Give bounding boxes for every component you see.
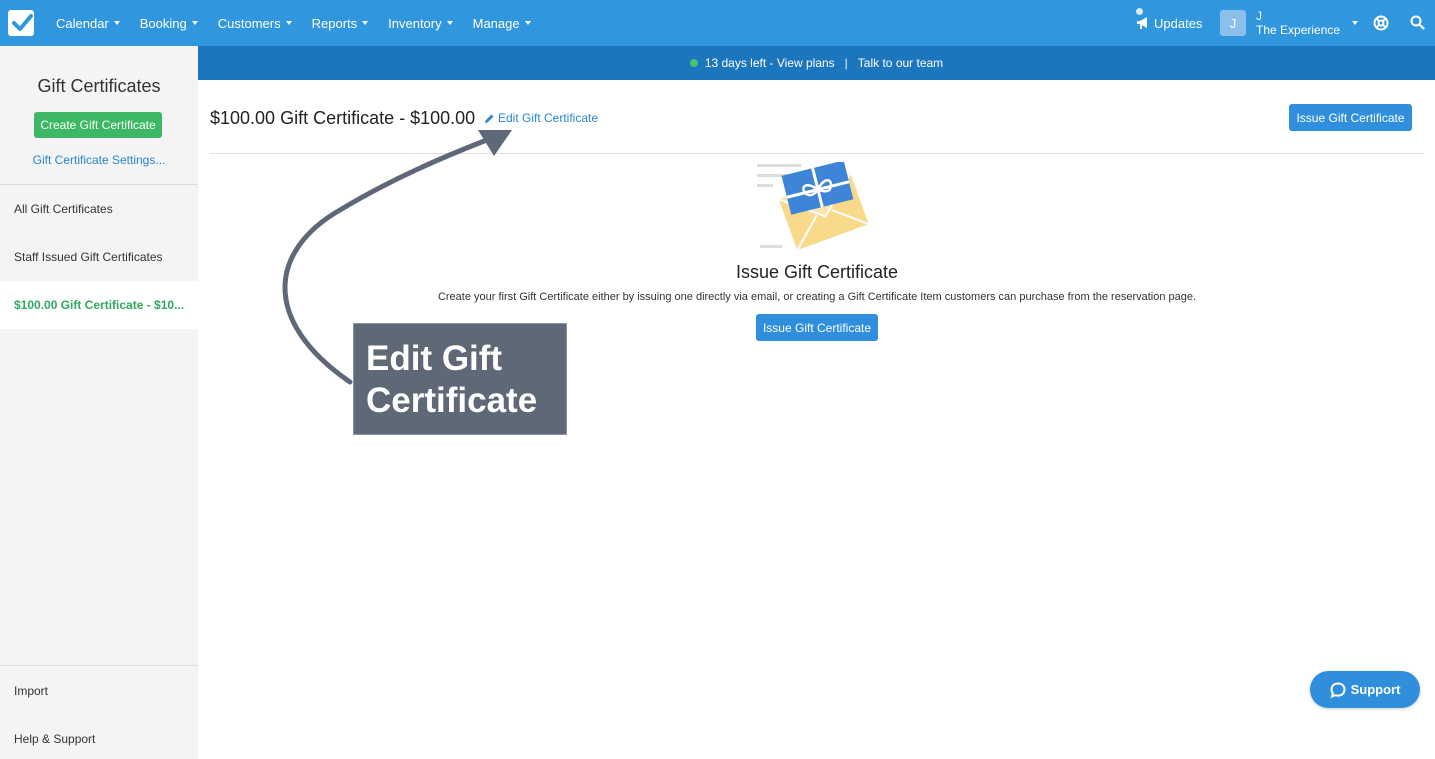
nav-calendar[interactable]: Calendar xyxy=(46,16,130,31)
help-lifebuoy-icon[interactable] xyxy=(1373,15,1389,31)
nav-inventory-label: Inventory xyxy=(388,15,442,31)
nav-customers[interactable]: Customers xyxy=(208,16,302,31)
chevron-down-icon xyxy=(191,21,198,25)
nav-reports-label: Reports xyxy=(311,15,358,31)
create-gift-certificate-button[interactable]: Create Gift Certificate xyxy=(34,112,162,138)
empty-state-description: Create your first Gift Certificate eithe… xyxy=(437,291,1197,303)
sidebar-item-all-gift-certificates[interactable]: All Gift Certificates xyxy=(0,185,198,233)
sidebar-item-staff-issued[interactable]: Staff Issued Gift Certificates xyxy=(0,233,198,281)
chevron-down-icon xyxy=(113,21,120,25)
nav-inventory[interactable]: Inventory xyxy=(378,16,462,31)
megaphone-icon xyxy=(1137,17,1147,29)
talk-to-team-link[interactable]: Talk to our team xyxy=(858,56,943,70)
nav-manage[interactable]: Manage xyxy=(463,16,541,31)
callout-line-1: Edit Gift xyxy=(366,339,503,378)
nav-calendar-label: Calendar xyxy=(56,15,109,31)
nav-booking[interactable]: Booking xyxy=(130,16,208,31)
nav-manage-label: Manage xyxy=(472,15,520,31)
issue-gift-certificate-center-button[interactable]: Issue Gift Certificate xyxy=(756,314,878,341)
support-label: Support xyxy=(1350,682,1401,697)
banner-separator: | xyxy=(844,56,848,70)
page-title: $100.00 Gift Certificate - $100.00 xyxy=(210,108,476,128)
nav-booking-label: Booking xyxy=(139,15,187,31)
sidebar-divider xyxy=(0,665,198,666)
chevron-down-icon xyxy=(524,21,531,25)
chevron-down-icon xyxy=(362,21,369,25)
nav-customers-label: Customers xyxy=(217,15,281,31)
sidebar-title: Gift Certificates xyxy=(37,76,161,96)
empty-state-title: Issue Gift Certificate xyxy=(735,262,899,282)
pencil-icon xyxy=(485,114,494,123)
updates-button[interactable]: Updates xyxy=(1136,0,1202,46)
main-menu: Calendar Booking Customers Reports Inven… xyxy=(46,0,541,46)
business-name: The Experience xyxy=(1256,23,1341,37)
updates-label: Updates xyxy=(1154,15,1203,31)
notification-dot xyxy=(1136,8,1143,15)
nav-reports[interactable]: Reports xyxy=(302,16,379,31)
issue-gift-certificate-button[interactable]: Issue Gift Certificate xyxy=(1289,104,1412,131)
gift-envelope-icon xyxy=(757,162,870,251)
status-dot xyxy=(689,59,698,67)
chevron-down-icon xyxy=(446,21,453,25)
edit-link-label: Edit Gift Certificate xyxy=(498,111,599,125)
chevron-down-icon xyxy=(1352,21,1359,25)
gift-certificate-settings-link[interactable]: Gift Certificate Settings... xyxy=(0,153,198,167)
chevron-down-icon xyxy=(285,21,292,25)
user-info: J The Experience xyxy=(1256,9,1340,37)
callout-line-2: Certificate xyxy=(366,381,538,420)
avatar: J xyxy=(1220,10,1246,36)
view-plans-link[interactable]: 13 days left - View plans xyxy=(705,56,835,70)
top-navbar: Calendar Booking Customers Reports Inven… xyxy=(0,0,1435,46)
user-name: J xyxy=(1256,9,1262,23)
sidebar-item-100-gift-certificate[interactable]: $100.00 Gift Certificate - $10... xyxy=(0,281,198,329)
sidebar-item-import[interactable]: Import xyxy=(0,667,198,715)
sidebar-item-help-support[interactable]: Help & Support xyxy=(0,715,198,759)
header-divider xyxy=(210,153,1424,154)
sidebar: Gift Certificates Create Gift Certificat… xyxy=(0,46,198,759)
trial-banner: 13 days left - View plans | Talk to our … xyxy=(198,46,1435,80)
annotation-callout: Edit Gift Certificate xyxy=(353,323,567,435)
chat-bubble-icon xyxy=(1330,681,1346,698)
support-button[interactable]: Support xyxy=(1310,671,1420,708)
app-logo-icon[interactable] xyxy=(8,10,34,36)
search-icon[interactable] xyxy=(1410,15,1425,30)
edit-gift-certificate-link[interactable]: Edit Gift Certificate xyxy=(484,111,598,125)
user-menu[interactable]: J J The Experience xyxy=(1220,8,1359,38)
